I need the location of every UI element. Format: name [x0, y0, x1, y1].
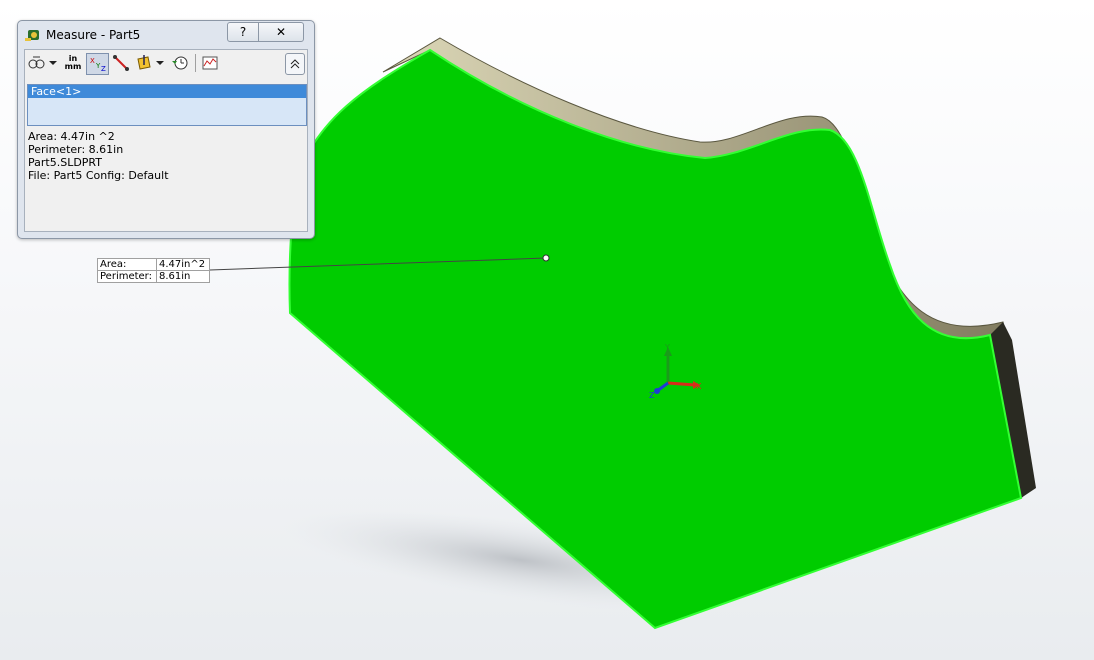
triad-x-label: X [696, 382, 702, 391]
close-button[interactable]: ✕ [258, 22, 304, 42]
result-perimeter: Perimeter: 8.61in [28, 143, 124, 156]
projection-dropdown-chevron-icon[interactable] [155, 53, 165, 73]
tape-measure-icon [25, 30, 39, 41]
dialog-title: Measure - Part5 [46, 28, 141, 42]
arc-circle-measurement-icon[interactable] [27, 53, 47, 73]
callout-perimeter-value: 8.61in [156, 270, 210, 283]
result-filename: Part5.SLDPRT [28, 156, 102, 169]
selection-list[interactable]: Face<1> [27, 84, 307, 126]
svg-text:X: X [90, 57, 95, 65]
dialog-titlebar[interactable]: Measure - Part5 ? ✕ [18, 21, 314, 49]
measure-dialog: Measure - Part5 ? ✕ in mm XYZ Face<1> Ar… [17, 20, 315, 239]
arc-dropdown-chevron-icon[interactable] [48, 53, 58, 73]
measure-toolbar: in mm XYZ [25, 50, 307, 76]
units-precision-button[interactable]: in mm [62, 53, 84, 73]
svg-text:Z: Z [101, 65, 106, 72]
units-mm-label: mm [64, 62, 82, 71]
callout-perimeter-label: Perimeter: [97, 270, 157, 283]
callout-area-value: 4.47in^2 [156, 258, 210, 271]
toolbar-separator [195, 54, 196, 72]
projection-icon[interactable] [134, 53, 154, 73]
xyz-measure-icon[interactable]: XYZ [86, 53, 109, 75]
callout-anchor [542, 254, 550, 262]
measure-callout[interactable]: Area: 4.47in^2 Perimeter: 8.61in [97, 258, 210, 283]
result-file-config: File: Part5 Config: Default [28, 169, 169, 182]
create-sensor-icon[interactable] [200, 53, 220, 73]
result-area: Area: 4.47in ^2 [28, 130, 115, 143]
help-button[interactable]: ? [227, 22, 259, 42]
selection-item[interactable]: Face<1> [28, 85, 306, 98]
callout-area-label: Area: [97, 258, 157, 271]
measure-results: Area: 4.47in ^2 Perimeter: 8.61in Part5.… [28, 130, 169, 182]
point-to-point-icon[interactable] [111, 53, 131, 73]
triad-y-label: Y [664, 343, 670, 352]
measurement-history-icon[interactable] [170, 53, 190, 73]
triad-z-label: Z [649, 391, 655, 400]
dialog-body: in mm XYZ Face<1> Area: 4.47in ^2 Perime… [24, 49, 308, 232]
collapse-icon[interactable] [285, 53, 305, 75]
